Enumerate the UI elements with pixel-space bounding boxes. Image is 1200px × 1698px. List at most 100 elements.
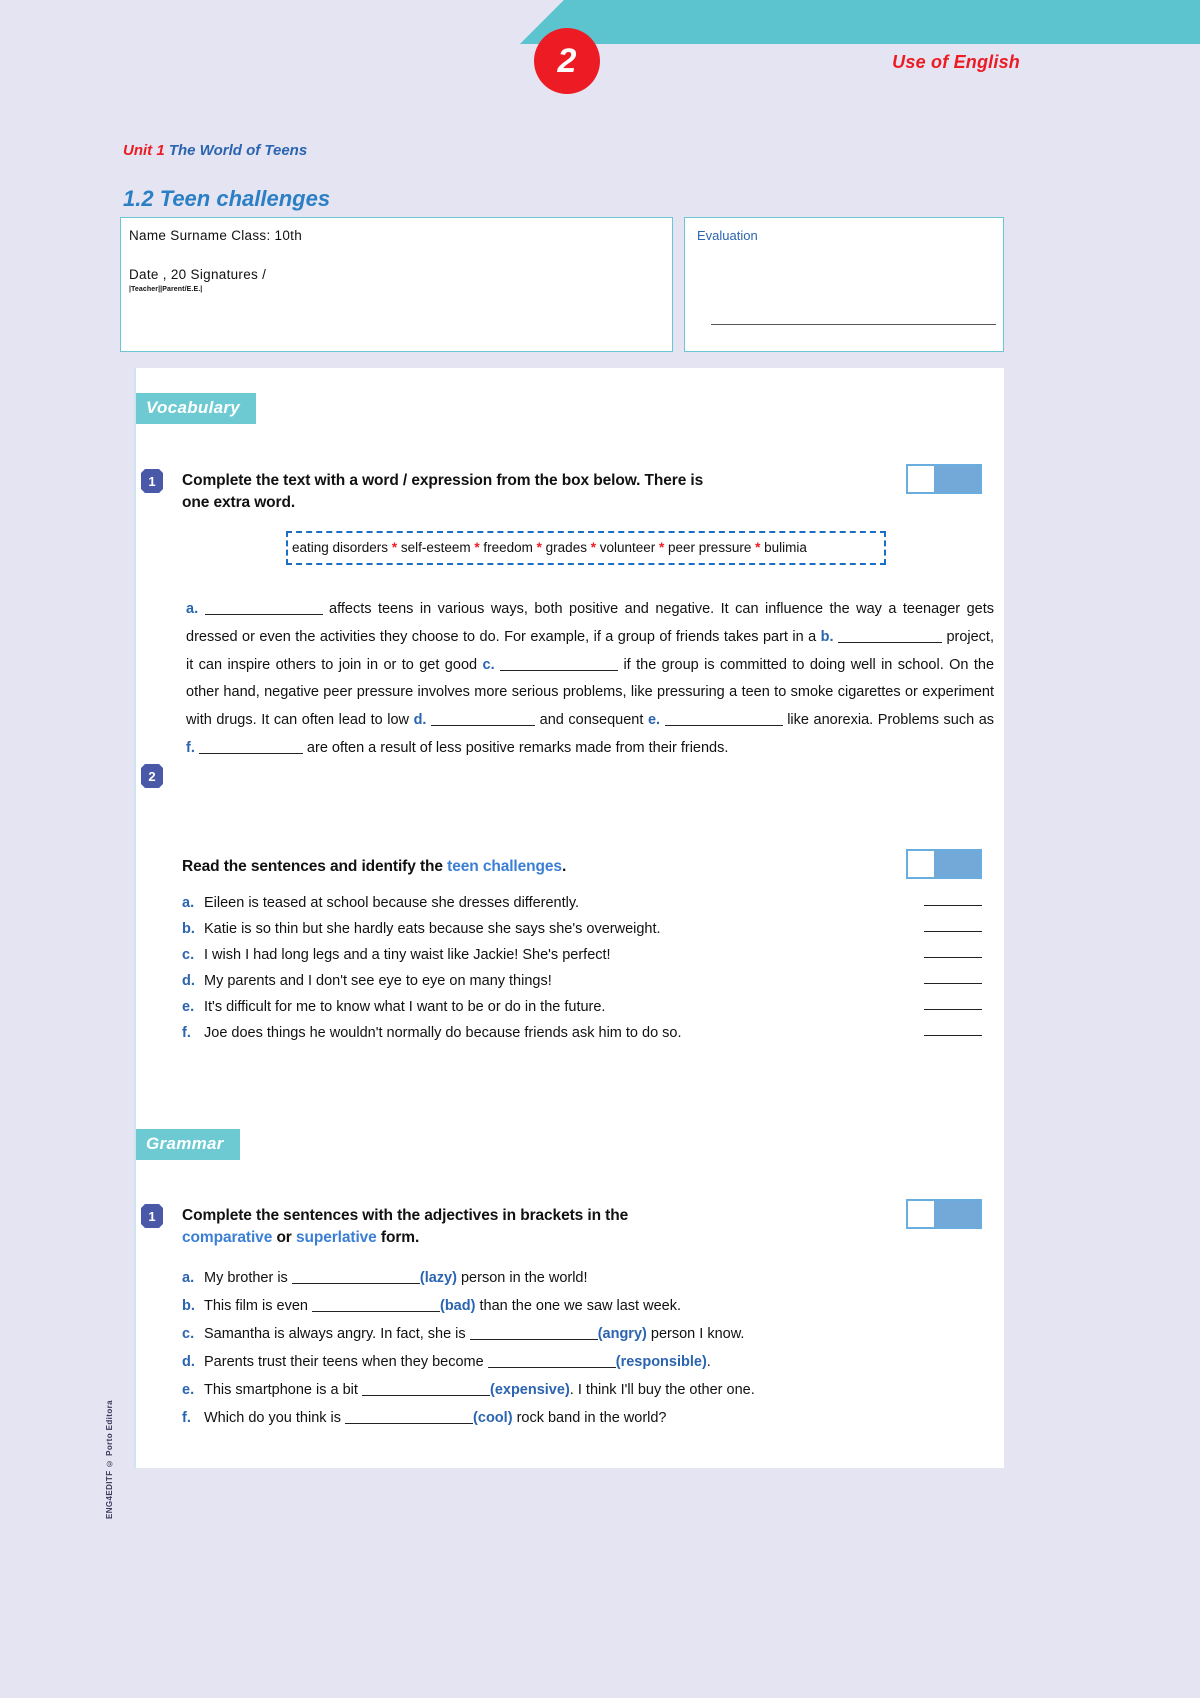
item-adjective: (angry) [597,1326,647,1342]
word-bank-item: freedom [483,540,533,555]
cloze-text-6: are often a result of less positive rema… [306,740,729,757]
word-bank-item: self-esteem [400,540,471,555]
cloze-label-c: c. [482,656,495,673]
cloze-text-4: and consequent [539,712,644,729]
instruction-vocab-1-line2: one extra word. [182,494,296,512]
answer-blank[interactable] [924,983,982,984]
item-text: It's difficult for me to know what I wan… [204,999,606,1015]
highlight-comparative: comparative [182,1229,273,1247]
chapter-number-badge: 2 [534,28,600,94]
answer-blank[interactable] [345,1423,474,1424]
answer-blank[interactable] [487,1367,616,1368]
item-adjective: (bad) [439,1298,476,1314]
item-text-pre: Parents trust their teens when they beco… [204,1354,488,1370]
question-list-grammar-1: a. My brother is (lazy) person in the wor… [182,1270,982,1438]
cloze-blank-c[interactable] [500,669,619,671]
answer-blank[interactable] [469,1339,598,1340]
list-item: c. Samantha is always angry. In fact, she… [182,1326,982,1342]
answer-blank[interactable] [361,1395,490,1396]
highlight-superlative: superlative [295,1229,377,1247]
answer-holder [862,999,982,1015]
instruction-vocab-2: Read the sentences and identify the teen… [182,856,882,878]
item-text-post: person in the world! [456,1270,588,1286]
item-text: Katie is so thin but she hardly eats bec… [204,921,661,937]
answer-blank[interactable] [924,931,982,932]
cloze-label-a: a. [186,601,199,617]
page-title: 1.2 Teen challenges [123,186,331,211]
instruction-vocab-2-highlight: teen challenges [447,858,562,875]
item-label: b. [182,1298,195,1314]
exercise-number-vocab-2: 2 [141,764,163,788]
cloze-label-d: d. [413,712,427,729]
answer-blank[interactable] [924,905,982,906]
answer-blank[interactable] [311,1311,440,1312]
item-text: Joe does things he wouldn't normally do … [204,1025,682,1041]
section-heading-grammar: Grammar [136,1129,240,1160]
item-text: My parents and I don't see eye to eye on… [204,973,552,989]
item-text: Parents trust their teens when they beco… [204,1354,982,1370]
item-text-post: . I think I'll buy the other one. [569,1382,755,1398]
word-bank-separator: * [470,540,484,555]
item-label: d. [182,1354,195,1370]
answer-holder [862,1025,982,1041]
word-bank-separator: * [751,540,765,555]
evaluation-box: Evaluation [684,217,1004,352]
item-text: I wish I had long legs and a tiny waist … [204,947,611,963]
item-adjective: (responsible) [615,1354,707,1370]
list-item: e. It's difficult for me to know what I w… [182,999,982,1015]
score-value-grammar-1: / [918,1205,922,1221]
cloze-blank-f[interactable] [198,753,303,755]
answer-holder [862,947,982,963]
item-label: b. [182,921,195,937]
item-text-pre: Samantha is always angry. In fact, she i… [204,1326,470,1342]
item-label: e. [182,999,195,1015]
list-item: c. I wish I had long legs and a tiny wais… [182,947,982,963]
answer-blank[interactable] [924,1009,982,1010]
instruction-grammar-1-or: or [272,1229,296,1247]
instruction-grammar-1: Complete the sentences with the adjectiv… [182,1205,882,1250]
answer-holder [862,921,982,937]
cloze-blank-b[interactable] [837,641,942,643]
word-bank-separator: * [532,540,546,555]
list-item: b. This film is even (bad) than the one w… [182,1298,982,1314]
word-bank-separator: * [388,540,401,555]
list-item: b. Katie is so thin but she hardly eats b… [182,921,982,937]
score-box-grammar-1[interactable]: / [906,1199,982,1229]
answer-blank[interactable] [924,1035,982,1036]
cloze-label-e: e. [647,712,661,729]
item-label: f. [182,1410,191,1426]
name-surname-class-line: Name Surname Class: 10th [129,228,303,243]
instruction-vocab-1: Complete the text with a word / expressi… [182,470,882,515]
word-bank-item: volunteer [599,540,656,555]
list-item: a. Eileen is teased at school because she… [182,895,982,911]
score-box-vocab-1[interactable]: / [906,464,982,494]
score-box-vocab-2[interactable]: / [906,849,982,879]
cloze-label-f: f. [186,740,195,757]
question-list-vocab-2: a. Eileen is teased at school because she… [182,895,982,1051]
list-item: a. My brother is (lazy) person in the wor… [182,1270,982,1286]
instruction-vocab-2-pre: Read the sentences and identify the [182,858,448,875]
item-label: e. [182,1382,195,1398]
cloze-label-b: b. [820,628,834,645]
section-tag: Use of English [892,52,1020,72]
item-label: a. [182,895,195,911]
word-bank-item: grades [545,540,587,555]
item-label: c. [182,1326,195,1342]
item-text: Samantha is always angry. In fact, she i… [204,1326,982,1342]
answer-blank[interactable] [291,1283,420,1284]
instruction-vocab-2-post: . [561,858,567,875]
cloze-blank-e[interactable] [664,725,783,727]
cloze-text-1: affects teens in various ways, both posi… [186,601,994,645]
item-adjective: (cool) [473,1410,513,1426]
unit-title: The World of Teens [168,142,308,159]
cloze-blank-d[interactable] [431,725,536,727]
cloze-blank-a[interactable] [204,614,323,615]
list-item: f. Joe does things he wouldn't normally d… [182,1025,982,1041]
item-text-post: . [706,1354,711,1370]
answer-blank[interactable] [924,957,982,958]
evaluation-label: Evaluation [697,228,758,243]
exercise-number-vocab-1: 1 [141,469,163,493]
word-bank-vocab-1: eating disorders * self-esteem * freedom… [286,531,886,565]
item-label: f. [182,1025,191,1041]
item-adjective: (expensive) [489,1382,570,1398]
